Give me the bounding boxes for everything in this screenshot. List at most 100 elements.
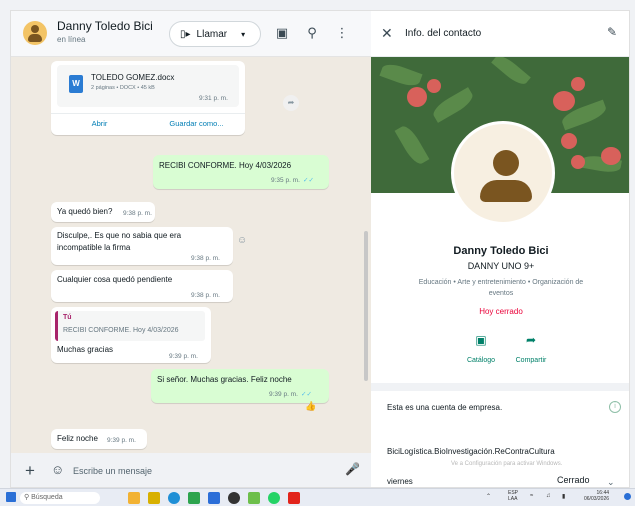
tray-chevron-icon[interactable]: ⌃	[486, 493, 491, 500]
save-as-button[interactable]: Guardar como...	[148, 114, 245, 135]
chat-pane: Danny Toledo Bici en línea ▯▸ Llamar ▾ ▣…	[11, 11, 371, 487]
clock[interactable]: 16:44 06/03/2026	[584, 490, 609, 502]
windows-taskbar: ⚲ Búsqueda ⌃ ESP LAA ≈ ♫ ▮ 16:44 06/03/202…	[0, 488, 635, 506]
message-time: 9:39 p. m.	[169, 353, 198, 360]
document-filename: TOLEDO GOMEZ.docx	[91, 73, 175, 82]
message-time: 9:39 p. m.	[269, 391, 298, 398]
hours-day: viernes	[387, 477, 413, 486]
document-meta: 2 páginas • DOCX • 45 kB	[91, 85, 155, 91]
message-incoming[interactable]: Feliz noche 9:39 p. m.	[51, 429, 147, 449]
edge-icon[interactable]	[168, 492, 180, 504]
message-time: 9:38 p. m.	[191, 292, 220, 299]
language-layout: LAA	[508, 496, 518, 502]
taskbar-search[interactable]: ⚲ Búsqueda	[20, 492, 100, 504]
chevron-down-icon: ▾	[241, 29, 246, 39]
whatsapp-window: Danny Toledo Bici en línea ▯▸ Llamar ▾ ▣…	[10, 10, 630, 488]
chat-messages[interactable]: W TOLEDO GOMEZ.docx 2 páginas • DOCX • 4…	[11, 57, 371, 453]
info-icon[interactable]: i	[609, 401, 621, 413]
business-subtitle: DANNY UNO 9+	[467, 261, 535, 271]
quoted-text: RECIBI CONFORME. Hoy 4/03/2026	[63, 327, 179, 334]
reaction-icon[interactable]: 👍	[305, 401, 316, 412]
business-category: Educación • Arte y entretenimiento • Org…	[391, 277, 611, 299]
message-text: Disculpe,. Es que no sabia que era	[57, 231, 182, 240]
file-explorer-icon[interactable]	[148, 492, 160, 504]
emoji-icon[interactable]: ☺	[51, 462, 64, 477]
edit-icon[interactable]: ✎	[607, 25, 617, 39]
chat-scrollbar[interactable]	[364, 231, 368, 381]
emoji-react-icon[interactable]: ☺	[237, 235, 247, 246]
taskbar-search-label: Búsqueda	[31, 494, 63, 501]
document-message[interactable]: W TOLEDO GOMEZ.docx 2 páginas • DOCX • 4…	[51, 61, 245, 135]
wifi-icon[interactable]: ≈	[530, 493, 533, 499]
app-icon[interactable]	[188, 492, 200, 504]
forward-icon[interactable]: ➦	[283, 95, 299, 111]
profile-avatar[interactable]	[451, 121, 555, 225]
whatsapp-icon[interactable]	[268, 492, 280, 504]
message-outgoing[interactable]: Si señor. Muchas gracias. Feliz noche 9:…	[151, 369, 329, 403]
message-incoming[interactable]: Ya quedó bien? 9:38 p. m.	[51, 202, 155, 222]
hours-day-status[interactable]: Cerrado	[557, 475, 590, 485]
language-indicator[interactable]: ESP LAA	[508, 490, 518, 502]
message-time: 9:35 p. m.	[271, 177, 300, 184]
message-incoming-reply[interactable]: Tú RECIBI CONFORME. Hoy 4/03/2026 Muchas…	[51, 307, 211, 363]
catalog-icon[interactable]: ▣	[273, 23, 291, 43]
compose-bar: + ☺ 🎤	[11, 453, 371, 487]
more-icon[interactable]: ⋮	[333, 23, 351, 43]
document-actions: Abrir Guardar como...	[51, 113, 245, 135]
divider	[371, 383, 629, 391]
read-receipt-icon: ✓✓	[303, 177, 314, 184]
chevron-down-icon[interactable]: ⌄	[607, 477, 615, 487]
open-button[interactable]: Abrir	[51, 114, 148, 135]
message-text: Si señor. Muchas gracias. Feliz noche	[157, 375, 292, 384]
attach-plus-icon[interactable]: +	[25, 461, 35, 481]
business-account-note: Esta es una cuenta de empresa.	[387, 403, 503, 412]
business-name: Danny Toledo Bici	[453, 245, 549, 257]
message-text: RECIBI CONFORME. Hoy 4/03/2026	[159, 161, 292, 170]
close-icon[interactable]: ✕	[381, 25, 393, 42]
call-button[interactable]: ▯▸ Llamar ▾	[169, 21, 261, 47]
message-text: Ya quedó bien?	[57, 207, 113, 216]
pdf-icon[interactable]	[288, 492, 300, 504]
contact-info-pane: ✕ Info. del contacto ✎ Danny Toledo Bici…	[371, 11, 629, 487]
app-icon[interactable]	[228, 492, 240, 504]
app-icon[interactable]	[248, 492, 260, 504]
message-text-line2: incompatible la firma	[57, 243, 131, 252]
battery-icon[interactable]: ▮	[562, 493, 565, 500]
call-label: Llamar	[196, 28, 228, 40]
quoted-message[interactable]: Tú RECIBI CONFORME. Hoy 4/03/2026	[55, 311, 205, 341]
search-icon[interactable]: ⚲	[303, 23, 321, 43]
hours-status[interactable]: Hoy cerrado	[371, 307, 629, 316]
share-button[interactable]: ➦ Compartir	[501, 333, 561, 367]
quoted-author: Tú	[63, 314, 72, 321]
message-time: 9:39 p. m.	[107, 437, 136, 444]
business-tags: BiciLogística.BioInvestigación.ReContraC…	[387, 447, 555, 456]
windows-start-icon[interactable]	[6, 492, 16, 502]
message-time: 9:31 p. m.	[199, 95, 228, 102]
share-label: Compartir	[515, 357, 547, 364]
notification-icon[interactable]	[624, 493, 631, 500]
message-text: Feliz noche	[57, 434, 98, 443]
message-input[interactable]	[73, 461, 337, 481]
widgets-icon[interactable]	[128, 492, 140, 504]
contact-status: en línea	[57, 35, 86, 44]
category-line: eventos	[488, 290, 514, 297]
contact-name[interactable]: Danny Toledo Bici	[57, 19, 153, 33]
contact-info-header: ✕ Info. del contacto ✎	[371, 11, 629, 57]
contact-info-title: Info. del contacto	[405, 28, 482, 39]
share-icon: ➦	[525, 333, 537, 347]
microphone-icon[interactable]: 🎤	[345, 462, 360, 476]
message-incoming[interactable]: Cualquier cosa quedó pendiente 9:38 p. m…	[51, 270, 233, 302]
read-receipt-icon: ✓✓	[301, 391, 312, 398]
catalog-label: Catálogo	[466, 357, 496, 364]
chat-header[interactable]: Danny Toledo Bici en línea ▯▸ Llamar ▾ ▣…	[11, 11, 371, 57]
message-text: Muchas gracias	[57, 345, 114, 354]
avatar[interactable]	[23, 21, 47, 45]
message-time: 9:38 p. m.	[123, 210, 152, 217]
video-camera-icon: ▯▸	[180, 28, 191, 40]
volume-icon[interactable]: ♫	[546, 493, 551, 499]
store-icon[interactable]	[208, 492, 220, 504]
category-line: Educación • Arte y entretenimiento • Org…	[418, 279, 584, 286]
message-incoming[interactable]: Disculpe,. Es que no sabia que era incom…	[51, 227, 233, 265]
message-outgoing[interactable]: RECIBI CONFORME. Hoy 4/03/2026 9:35 p. m…	[153, 155, 329, 189]
clock-date: 06/03/2026	[584, 496, 610, 502]
